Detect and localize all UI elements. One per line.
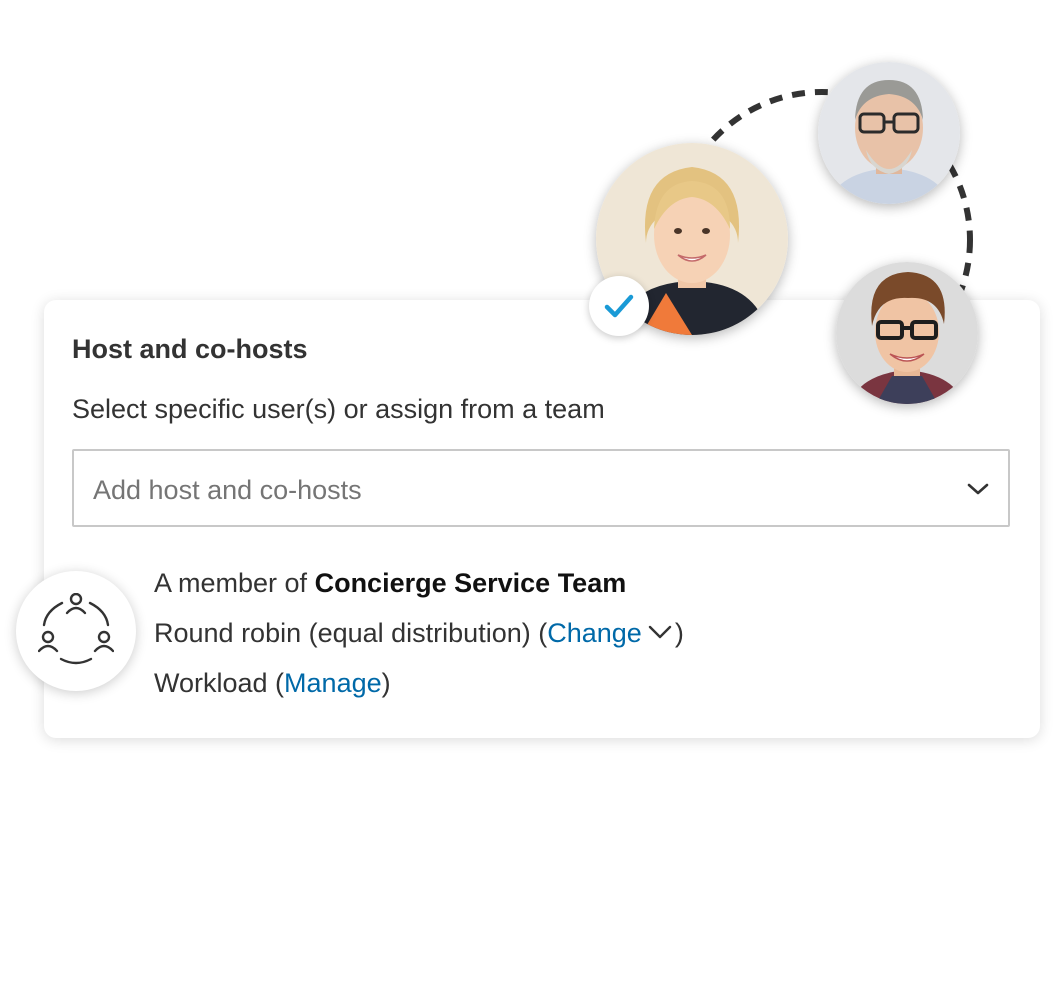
card-title: Host and co-hosts [72, 334, 308, 364]
chevron-down-icon [648, 625, 672, 639]
avatar-older-man[interactable] [818, 62, 960, 204]
avatar-young-man[interactable] [836, 262, 978, 404]
host-select-placeholder: Add host and co-hosts [93, 475, 362, 505]
card-subtitle: Select specific user(s) or assign from a… [72, 394, 605, 424]
selected-check-badge [589, 276, 649, 336]
team-cycle-icon [38, 593, 114, 665]
workload-close: ) [381, 668, 391, 698]
team-name: Concierge Service Team [314, 568, 627, 598]
workload-text: Workload ( [154, 668, 285, 698]
team-membership-line: A member of Concierge Service Team [154, 568, 626, 599]
change-distribution-link[interactable]: Change [547, 618, 675, 648]
team-icon-badge [16, 571, 136, 691]
host-select-dropdown[interactable]: Add host and co-hosts [72, 449, 1010, 527]
chevron-down-icon [967, 483, 989, 495]
avatar-young-man-image [836, 262, 978, 404]
distribution-text: Round robin (equal distribution) ( [154, 618, 548, 648]
checkmark-icon [604, 294, 634, 318]
manage-workload-link[interactable]: Manage [284, 668, 382, 698]
avatar-older-man-image [818, 62, 960, 204]
distribution-line: Round robin (equal distribution) (Change… [154, 618, 684, 649]
team-prefix: A member of [154, 568, 315, 598]
workload-line: Workload (Manage) [154, 668, 391, 699]
change-link-label: Change [547, 618, 642, 648]
distribution-close: ) [674, 618, 684, 648]
